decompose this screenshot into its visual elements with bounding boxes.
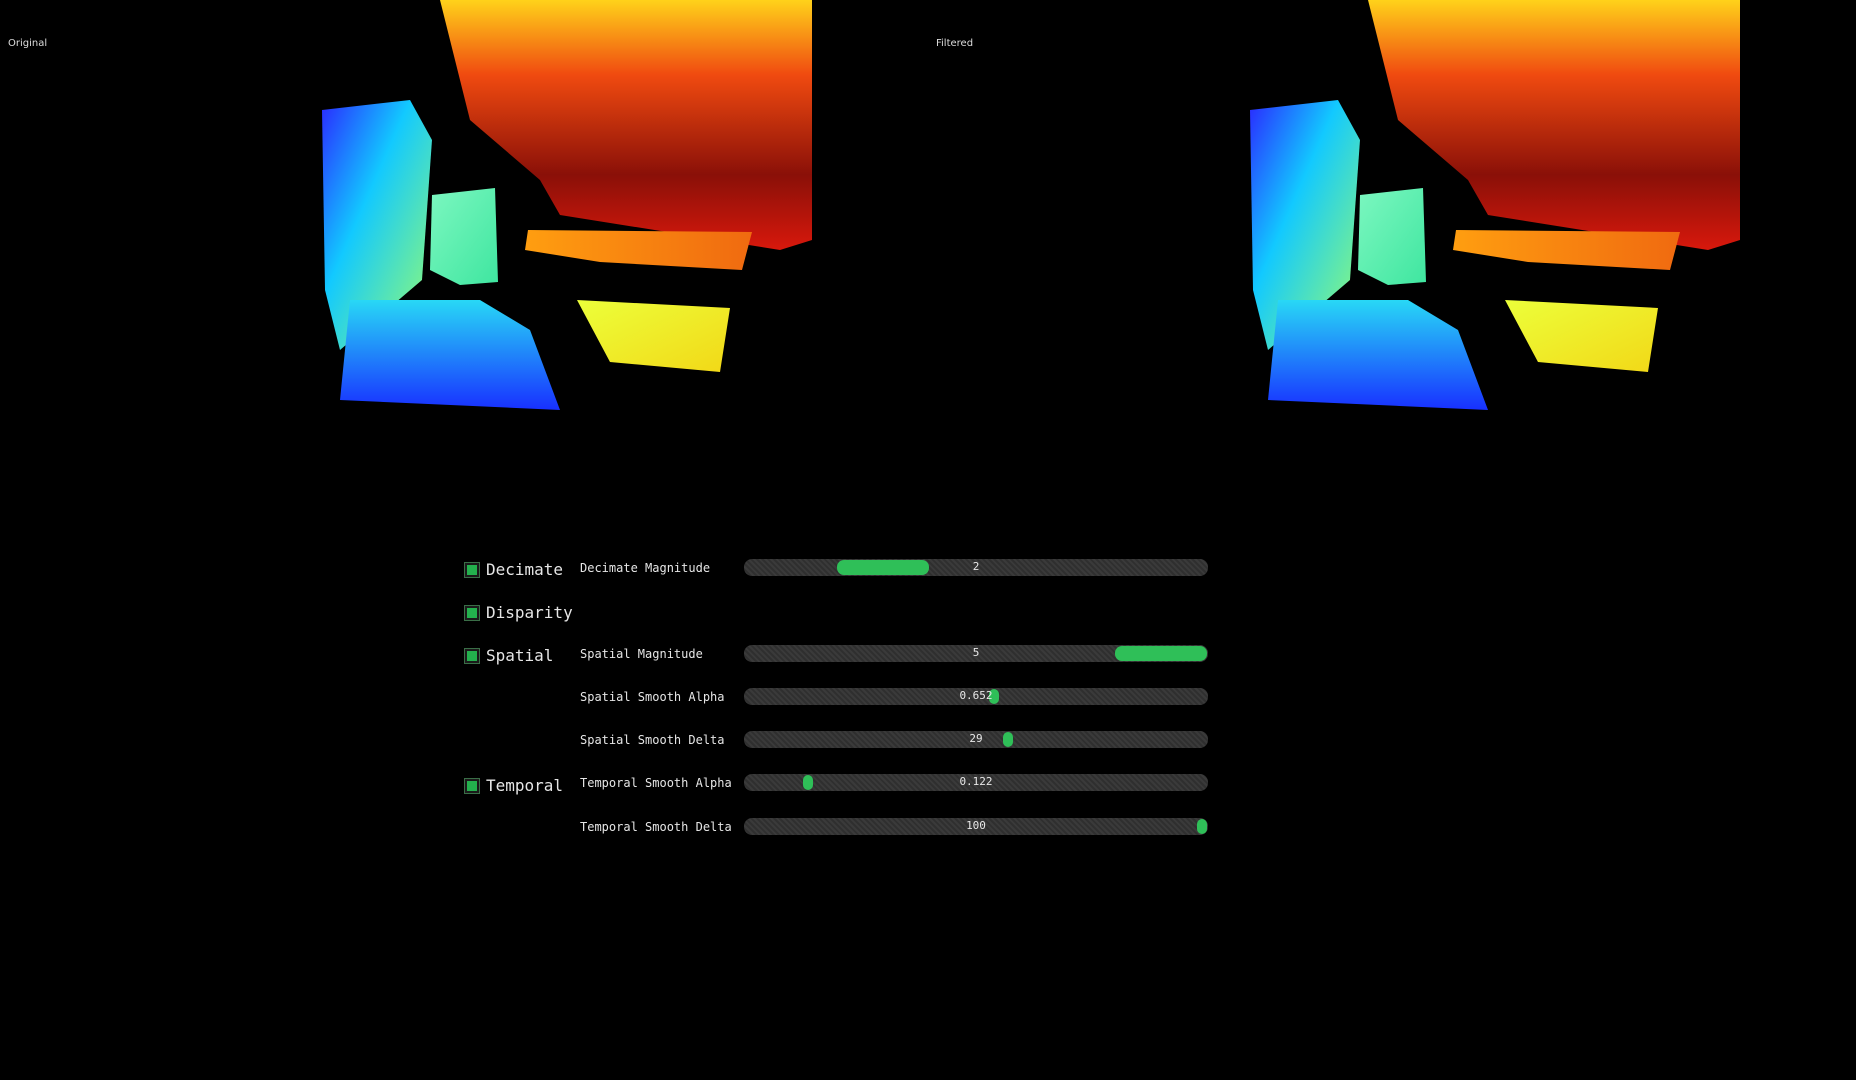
spatial-smooth-delta-label: Spatial Smooth Delta — [580, 733, 725, 747]
disparity-checkbox-label: Disparity — [486, 603, 573, 622]
decimate-magnitude-value: 2 — [972, 560, 980, 573]
temporal-checkbox-box[interactable] — [464, 777, 480, 794]
spatial-smooth-alpha-label: Spatial Smooth Alpha — [580, 690, 725, 704]
spatial-checkbox-box[interactable] — [464, 647, 480, 664]
spatial-smooth-alpha-slider[interactable]: 0.652 — [744, 688, 1208, 705]
decimate-magnitude-slider[interactable]: 2 — [744, 559, 1208, 576]
decimate-checkbox-box[interactable] — [464, 561, 480, 578]
temporal-checkbox[interactable]: Temporal — [464, 776, 563, 795]
temporal-smooth-delta-label: Temporal Smooth Delta — [580, 820, 732, 834]
decimate-checkbox[interactable]: Decimate — [464, 560, 563, 579]
spatial-smooth-delta-value: 29 — [969, 732, 983, 745]
filtered-depth-image — [1250, 0, 1740, 410]
spatial-magnitude-slider[interactable]: 5 — [744, 645, 1208, 662]
temporal-checkbox-label: Temporal — [486, 776, 564, 795]
spatial-magnitude-value: 5 — [972, 646, 980, 659]
temporal-smooth-alpha-slider[interactable]: 0.122 — [744, 774, 1208, 791]
spatial-smooth-delta-slider[interactable]: 29 — [744, 731, 1208, 748]
temporal-smooth-delta-value: 100 — [966, 819, 986, 832]
temporal-smooth-alpha-label: Temporal Smooth Alpha — [580, 776, 732, 790]
original-depth-image — [322, 0, 812, 410]
spatial-checkbox-label: Spatial — [486, 646, 554, 665]
spatial-magnitude-label: Spatial Magnitude — [580, 647, 703, 661]
decimate-checkbox-label: Decimate — [486, 560, 564, 579]
spatial-smooth-alpha-value: 0.652 — [959, 689, 993, 702]
decimate-magnitude-label: Decimate Magnitude — [580, 561, 711, 575]
spatial-checkbox[interactable]: Spatial — [464, 646, 553, 665]
filtered-depth-view: Filtered — [928, 0, 1856, 430]
disparity-checkbox[interactable]: Disparity — [464, 603, 573, 622]
temporal-smooth-delta-slider[interactable]: 100 — [744, 818, 1208, 835]
original-depth-view: Original — [0, 0, 928, 430]
temporal-smooth-alpha-value: 0.122 — [959, 775, 993, 788]
disparity-checkbox-box[interactable] — [464, 604, 480, 621]
